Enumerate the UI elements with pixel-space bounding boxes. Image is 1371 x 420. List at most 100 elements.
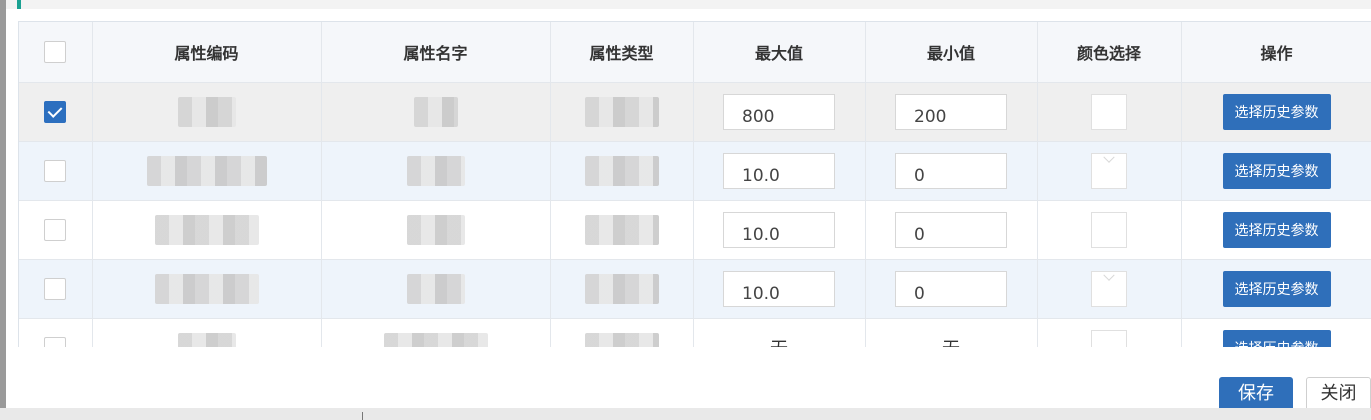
- attr-code-cell: [92, 259, 322, 319]
- attr-name-cell: [321, 141, 551, 201]
- action-cell: 选择历史参数: [1181, 82, 1371, 142]
- row-select-cell[interactable]: [19, 259, 93, 319]
- color-picker[interactable]: [1091, 92, 1127, 130]
- attribute-table-container: 属性编码 属性名字 属性类型 最大值 最小值 颜色选择 操作 800 200 选…: [18, 21, 1371, 347]
- redacted-text: [584, 96, 659, 127]
- chevron-down-icon: [1103, 269, 1115, 281]
- row-select-cell[interactable]: [19, 318, 93, 347]
- select-history-params-button[interactable]: 选择历史参数: [1222, 93, 1331, 130]
- select-history-params-button[interactable]: 选择历史参数: [1222, 152, 1331, 189]
- attr-name-cell: [321, 82, 551, 142]
- attr-code-cell: [92, 141, 322, 201]
- table-row[interactable]: 无 无 选择历史参数: [19, 318, 1371, 347]
- attribute-table: 属性编码 属性名字 属性类型 最大值 最小值 颜色选择 操作 800 200 选…: [19, 22, 1371, 347]
- attr-type-cell: [550, 141, 694, 201]
- color-cell: [1037, 141, 1182, 201]
- action-cell: 选择历史参数: [1181, 318, 1371, 347]
- max-value-input[interactable]: 10.0: [723, 152, 835, 189]
- header-attr-code: 属性编码: [92, 22, 322, 83]
- select-history-params-button[interactable]: 选择历史参数: [1222, 211, 1331, 248]
- table-row[interactable]: 10.0 0 选择历史参数: [19, 259, 1371, 319]
- table-header-row: 属性编码 属性名字 属性类型 最大值 最小值 颜色选择 操作: [19, 22, 1371, 83]
- close-button[interactable]: 关闭: [1306, 377, 1371, 411]
- color-picker[interactable]: [1091, 269, 1127, 307]
- header-attr-type: 属性类型: [550, 22, 694, 83]
- action-cell: 选择历史参数: [1181, 141, 1371, 201]
- min-value-input[interactable]: 0: [895, 211, 1007, 248]
- max-cell: 800: [693, 82, 866, 142]
- color-cell: [1037, 318, 1182, 347]
- color-picker[interactable]: [1091, 329, 1127, 347]
- bottom-separator: [362, 412, 363, 420]
- min-value-input[interactable]: 0: [895, 270, 1007, 307]
- color-picker[interactable]: [1091, 151, 1127, 189]
- redacted-text: [413, 96, 458, 127]
- attr-type-cell: [550, 259, 694, 319]
- row-select-cell[interactable]: [19, 82, 93, 142]
- max-cell: 10.0: [693, 259, 866, 319]
- min-cell: 0: [865, 141, 1038, 201]
- save-button[interactable]: 保存: [1219, 377, 1293, 411]
- color-cell: [1037, 200, 1182, 260]
- chevron-down-icon: [1103, 92, 1115, 104]
- redacted-text: [406, 273, 465, 304]
- header-attr-name: 属性名字: [321, 22, 551, 83]
- left-edge: [0, 0, 6, 408]
- max-cell: 无: [693, 318, 866, 348]
- header-select-all[interactable]: [19, 22, 93, 83]
- row-select-cell[interactable]: [19, 141, 93, 201]
- min-value-input[interactable]: 0: [895, 152, 1007, 189]
- redacted-text: [406, 155, 465, 186]
- row-select-cell[interactable]: [19, 200, 93, 260]
- select-history-params-button[interactable]: 选择历史参数: [1222, 270, 1331, 307]
- color-picker[interactable]: [1091, 211, 1127, 248]
- bottom-taskbar: [0, 408, 1371, 420]
- attr-name-cell: [321, 318, 551, 347]
- max-cell: 10.0: [693, 141, 866, 201]
- max-cell: 10.0: [693, 200, 866, 260]
- min-value-input[interactable]: 200: [895, 93, 1007, 130]
- row-checkbox[interactable]: [44, 159, 67, 182]
- redacted-text: [584, 214, 659, 245]
- table-row[interactable]: 800 200 选择历史参数: [19, 82, 1371, 142]
- row-checkbox[interactable]: [44, 218, 67, 241]
- attr-code-cell: [92, 82, 322, 142]
- attr-code-cell: [92, 200, 322, 260]
- redacted-text: [584, 155, 659, 186]
- attr-type-cell: [550, 200, 694, 260]
- redacted-text: [154, 273, 259, 304]
- max-value-input[interactable]: 10.0: [723, 270, 835, 307]
- min-cell: 0: [865, 200, 1038, 260]
- select-all-checkbox[interactable]: [44, 40, 67, 63]
- attr-name-cell: [321, 200, 551, 260]
- row-checkbox[interactable]: [44, 100, 67, 123]
- min-cell: 200: [865, 82, 1038, 142]
- row-checkbox[interactable]: [44, 277, 67, 300]
- attr-type-cell: [550, 82, 694, 142]
- attr-name-cell: [321, 259, 551, 319]
- min-cell: 0: [865, 259, 1038, 319]
- redacted-text: [146, 155, 267, 186]
- header-min: 最小值: [865, 22, 1038, 83]
- select-history-params-button[interactable]: 选择历史参数: [1222, 329, 1331, 347]
- table-row[interactable]: 10.0 0 选择历史参数: [19, 141, 1371, 201]
- min-cell: 无: [865, 318, 1038, 348]
- redacted-text: [154, 214, 259, 245]
- redacted-text: [584, 332, 659, 347]
- redacted-text: [406, 214, 465, 245]
- table-row[interactable]: 10.0 0 选择历史参数: [19, 200, 1371, 260]
- top-strip: [6, 0, 1371, 9]
- attr-code-cell: [92, 318, 322, 347]
- max-value-input[interactable]: 800: [723, 93, 835, 130]
- max-value-text: 无: [770, 339, 788, 348]
- row-checkbox[interactable]: [44, 336, 67, 347]
- max-value-input[interactable]: 10.0: [723, 211, 835, 248]
- color-cell: [1037, 82, 1182, 142]
- redacted-text: [383, 332, 488, 347]
- section-accent: [17, 0, 21, 9]
- chevron-down-icon: [1103, 151, 1115, 163]
- min-value-text: 无: [942, 339, 960, 348]
- redacted-text: [584, 273, 659, 304]
- header-max: 最大值: [693, 22, 866, 83]
- action-cell: 选择历史参数: [1181, 259, 1371, 319]
